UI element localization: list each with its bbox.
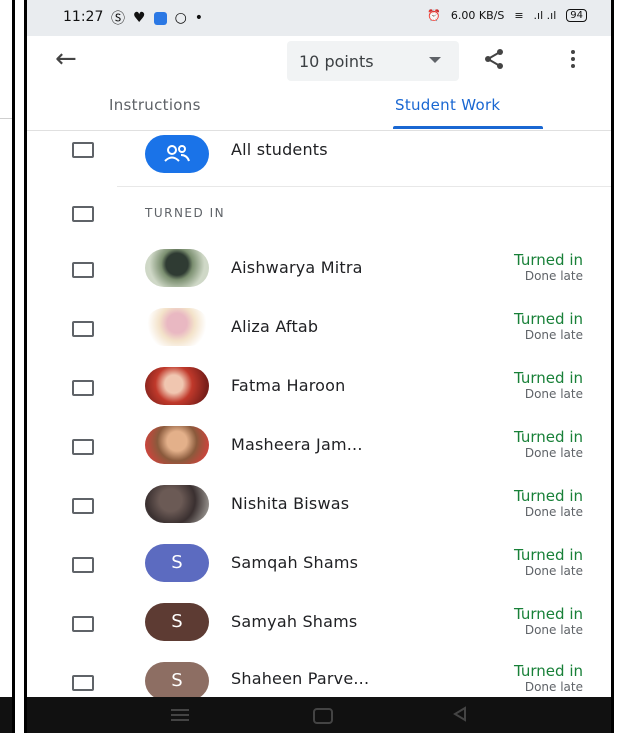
student-checkbox[interactable]	[72, 439, 94, 455]
student-name: Masheera Jam...	[231, 435, 363, 454]
status-done-late: Done late	[524, 446, 583, 460]
background-window-edge	[0, 0, 15, 733]
turned-in-section	[27, 200, 611, 230]
active-tab-indicator	[393, 126, 543, 129]
more-options-icon[interactable]	[571, 50, 575, 71]
student-row[interactable]: Nishita Biswas Turned in Done late	[27, 478, 611, 534]
student-avatar	[145, 308, 209, 346]
student-checkbox[interactable]	[72, 380, 94, 396]
student-row[interactable]: S Shaheen Parve... Turned in Done late	[27, 655, 611, 697]
status-done-late: Done late	[524, 387, 583, 401]
phone-screen: 11:27 Ⓢ ♥ ○ • ⏰ 6.00 KB/S ≡ .ıl .ıl 94 ←…	[24, 0, 614, 733]
student-avatar: S	[145, 662, 209, 697]
tab-student-work[interactable]: Student Work	[395, 96, 500, 114]
recent-apps-icon[interactable]	[171, 709, 189, 724]
status-done-late: Done late	[524, 328, 583, 342]
student-avatar	[145, 426, 209, 464]
app-bar: ← 10 points	[27, 36, 611, 84]
status-bar: 11:27 Ⓢ ♥ ○ • ⏰ 6.00 KB/S ≡ .ıl .ıl 94	[27, 0, 611, 36]
student-status: Turned in Done late	[514, 546, 583, 579]
notification-icons: Ⓢ ♥ ○ •	[111, 8, 203, 28]
student-row[interactable]: S Samqah Shams Turned in Done late	[27, 537, 611, 593]
student-row[interactable]: S Samyah Shams Turned in Done late	[27, 596, 611, 652]
all-students-label: All students	[231, 140, 328, 159]
chevron-down-icon	[429, 57, 441, 63]
student-name: Fatma Haroon	[231, 376, 346, 395]
status-turned-in: Turned in	[514, 605, 583, 623]
student-checkbox[interactable]	[72, 557, 94, 573]
section-checkbox[interactable]	[72, 206, 94, 222]
student-name: Aliza Aftab	[231, 317, 319, 336]
student-avatar: S	[145, 544, 209, 582]
status-done-late: Done late	[524, 680, 583, 694]
battery-level: 94	[566, 9, 587, 22]
student-status: Turned in Done late	[514, 487, 583, 520]
tab-bar: Instructions Student Work	[27, 84, 611, 131]
status-done-late: Done late	[524, 623, 583, 637]
share-icon[interactable]	[483, 48, 505, 70]
group-icon	[164, 145, 190, 162]
tab-instructions[interactable]: Instructions	[109, 96, 201, 114]
student-checkbox[interactable]	[72, 321, 94, 337]
signal-icon: .ıl .ıl	[533, 9, 557, 22]
student-row[interactable]: Aliza Aftab Turned in Done late	[27, 301, 611, 357]
dot-icon: •	[194, 10, 204, 26]
ring-icon: ○	[174, 10, 187, 26]
group-avatar	[145, 135, 209, 173]
whatsapp-icon: Ⓢ	[111, 11, 125, 27]
student-row[interactable]: Aishwarya Mitra Turned in Done late	[27, 242, 611, 298]
wifi-icon: ≡	[514, 9, 524, 22]
status-turned-in: Turned in	[514, 310, 583, 328]
status-done-late: Done late	[524, 564, 583, 578]
nav-back-icon[interactable]	[451, 705, 469, 723]
student-status: Turned in Done late	[514, 428, 583, 461]
divider	[117, 186, 611, 187]
status-done-late: Done late	[524, 269, 583, 283]
status-turned-in: Turned in	[514, 546, 583, 564]
student-checkbox[interactable]	[72, 262, 94, 278]
student-checkbox[interactable]	[72, 616, 94, 632]
home-icon[interactable]	[313, 708, 333, 724]
student-avatar	[145, 249, 209, 287]
student-status: Turned in Done late	[514, 605, 583, 638]
points-label: 10 points	[299, 51, 374, 71]
chat-icon: ♥	[133, 10, 146, 26]
network-speed: 6.00 KB/S	[450, 9, 505, 22]
status-turned-in: Turned in	[514, 369, 583, 387]
student-name: Nishita Biswas	[231, 494, 350, 513]
student-avatar	[145, 367, 209, 405]
student-status: Turned in Done late	[514, 310, 583, 343]
app-notification-icon	[153, 11, 167, 25]
student-status: Turned in Done late	[514, 662, 583, 695]
all-students-row[interactable]: All students	[27, 130, 611, 186]
student-name: Samyah Shams	[231, 612, 358, 631]
android-nav-bar	[27, 697, 611, 733]
student-status: Turned in Done late	[514, 369, 583, 402]
student-name: Samqah Shams	[231, 553, 359, 572]
student-status: Turned in Done late	[514, 251, 583, 284]
student-row[interactable]: Masheera Jam... Turned in Done late	[27, 419, 611, 475]
all-students-checkbox[interactable]	[72, 142, 94, 158]
status-turned-in: Turned in	[514, 251, 583, 269]
background-taskbar	[0, 697, 12, 733]
alarm-icon: ⏰	[427, 9, 441, 22]
student-avatar: S	[145, 603, 209, 641]
section-header: TURNED IN	[145, 206, 226, 220]
student-checkbox[interactable]	[72, 675, 94, 691]
status-turned-in: Turned in	[514, 487, 583, 505]
back-arrow-icon[interactable]: ←	[55, 44, 77, 74]
status-done-late: Done late	[524, 505, 583, 519]
student-checkbox[interactable]	[72, 498, 94, 514]
status-turned-in: Turned in	[514, 662, 583, 680]
status-time: 11:27	[63, 9, 104, 25]
background-divider	[0, 118, 12, 119]
student-avatar	[145, 485, 209, 523]
student-name: Aishwarya Mitra	[231, 258, 363, 277]
student-name: Shaheen Parve...	[231, 669, 370, 688]
student-row[interactable]: Fatma Haroon Turned in Done late	[27, 360, 611, 416]
system-icons: ⏰ 6.00 KB/S ≡ .ıl .ıl 94	[427, 9, 587, 22]
points-dropdown[interactable]: 10 points	[287, 41, 459, 81]
status-turned-in: Turned in	[514, 428, 583, 446]
